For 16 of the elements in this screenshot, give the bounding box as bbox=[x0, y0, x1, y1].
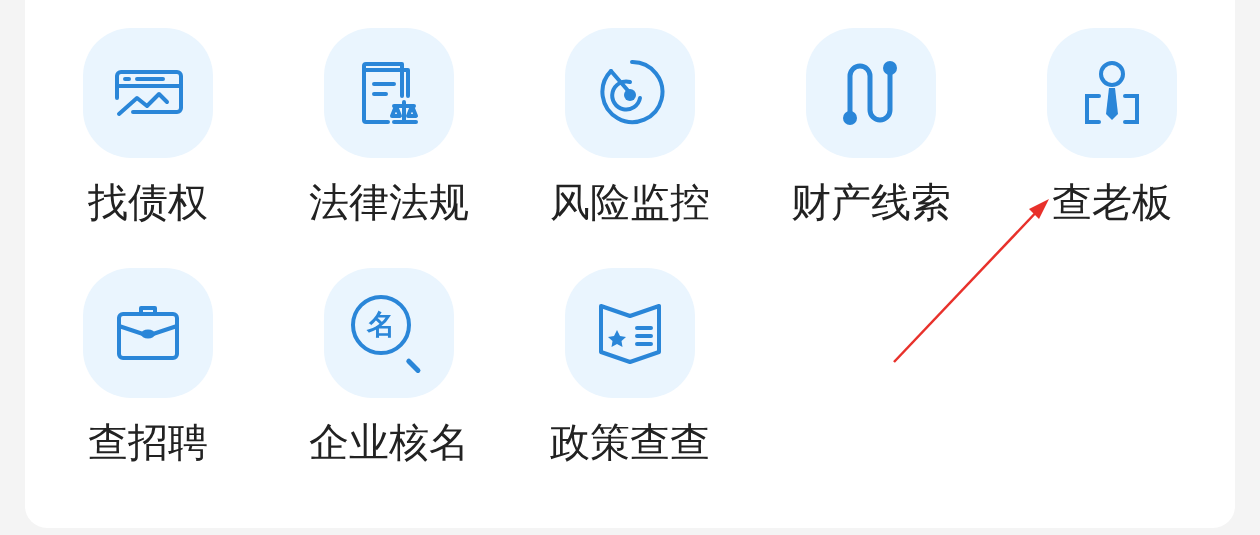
shortcut-label: 查老板 bbox=[1051, 178, 1172, 227]
shortcut-tile[interactable] bbox=[82, 268, 213, 398]
shortcut-label: 查招聘 bbox=[87, 418, 208, 467]
shortcut-label: 找债权 bbox=[87, 178, 208, 227]
shortcut-label: 财产线索 bbox=[790, 178, 951, 227]
shortcut-tile[interactable] bbox=[82, 28, 213, 158]
shortcut-label: 政策查查 bbox=[549, 418, 710, 467]
shortcut-tile[interactable]: 名 bbox=[323, 268, 454, 398]
shortcut-tile[interactable] bbox=[564, 268, 695, 398]
shortcut-tile[interactable] bbox=[564, 28, 695, 158]
shortcut-tile[interactable] bbox=[323, 28, 454, 158]
shortcut-label: 法律法规 bbox=[308, 178, 469, 227]
shortcut-tile[interactable] bbox=[1046, 28, 1177, 158]
shortcut-label: 企业核名 bbox=[308, 418, 469, 467]
shortcut-label: 风险监控 bbox=[549, 178, 710, 227]
shortcut-tile[interactable] bbox=[805, 28, 936, 158]
